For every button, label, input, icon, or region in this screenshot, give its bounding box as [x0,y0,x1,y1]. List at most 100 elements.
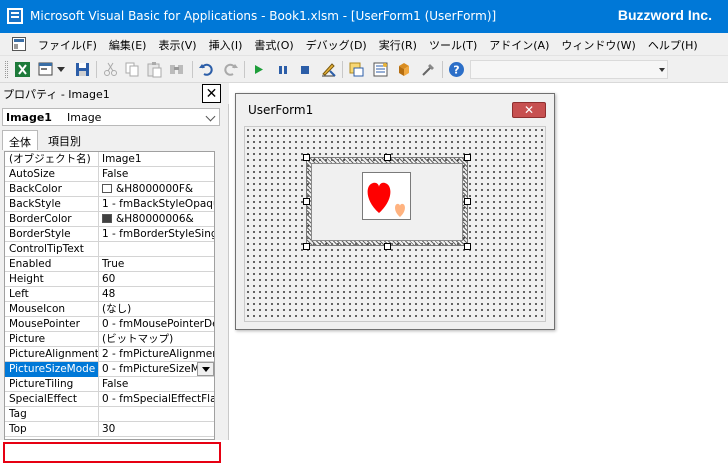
paste-icon[interactable] [146,61,163,78]
property-value-text: 1 - fmBackStyleOpaque [102,198,215,210]
excel-icon[interactable] [14,61,31,78]
menu-item[interactable]: 実行(R) [379,37,417,53]
property-value[interactable]: Image1 [100,152,214,167]
property-row[interactable]: Height 60 [5,272,214,287]
cut-icon[interactable] [102,61,119,78]
property-value[interactable]: False [100,167,214,182]
resize-handle[interactable] [303,198,310,205]
tab-category[interactable]: 項目別 [42,130,87,150]
userform-window[interactable]: UserForm1 ✕ [235,93,555,330]
property-value[interactable] [100,407,214,422]
tab-all[interactable]: 全体 [2,130,38,150]
menu-item[interactable]: 書式(O) [254,37,293,53]
toolbar-separator [442,61,443,78]
menu-item[interactable]: 表示(V) [158,37,196,53]
property-value[interactable]: 1 - fmBackStyleOpaque [100,197,215,212]
location-box[interactable] [470,60,668,79]
property-row[interactable]: (オブジェクト名) Image1 [5,152,214,167]
property-row[interactable]: Top 30 [5,422,214,437]
property-name: ControlTipText [5,242,99,257]
property-value[interactable]: (ビットマップ) [100,332,214,347]
property-value[interactable] [100,242,214,257]
menu-item[interactable]: ウィンドウ(W) [561,37,635,53]
property-value[interactable]: 48 [100,287,214,302]
toolbox-icon[interactable] [420,61,437,78]
property-value-text: 0 - fmSpecialEffectFlat [102,393,215,405]
break-icon[interactable] [274,61,291,78]
chevron-down-icon[interactable] [56,61,66,78]
form-close-button[interactable]: ✕ [512,102,546,118]
form-canvas[interactable] [244,126,546,322]
property-row[interactable]: Enabled True [5,257,214,272]
property-row[interactable]: Picture (ビットマップ) [5,332,214,347]
properties-window-icon[interactable] [372,61,389,78]
property-value[interactable]: &H8000000F& [100,182,214,197]
chevron-down-icon[interactable] [205,111,216,122]
property-name: BorderColor [5,212,99,227]
property-row[interactable]: BackColor &H8000000F& [5,182,214,197]
find-icon[interactable] [168,61,185,78]
resize-handle[interactable] [384,243,391,250]
property-row[interactable]: BackStyle 1 - fmBackStyleOpaque [5,197,215,212]
property-value[interactable]: 2 - fmPictureAlignmentCenter [100,347,214,362]
image-control[interactable] [311,163,463,241]
property-row[interactable]: AutoSize False [5,167,214,182]
menu-item[interactable]: 挿入(I) [209,37,243,53]
copy-icon[interactable] [124,61,141,78]
reset-icon[interactable] [296,61,313,78]
insert-userform-icon[interactable] [38,61,55,78]
resize-handle[interactable] [464,154,471,161]
resize-handle[interactable] [303,154,310,161]
property-value[interactable]: 60 [100,272,214,287]
property-row[interactable]: BorderStyle 1 - fmBorderStyleSingle [5,227,214,242]
property-value[interactable]: True [100,257,214,272]
heart-image [367,182,405,217]
property-value[interactable]: 0 - fmMousePointerDefault [100,317,214,332]
help-icon[interactable]: ? [448,61,465,78]
property-value[interactable]: (なし) [100,302,214,317]
property-value[interactable]: 30 [100,422,214,437]
project-explorer-icon[interactable] [348,61,365,78]
property-value[interactable]: False [100,377,214,392]
resize-handle[interactable] [303,243,310,250]
property-row[interactable]: MouseIcon (なし) [5,302,214,317]
toolbar-options-icon[interactable] [659,68,665,72]
property-row[interactable]: PictureSizeMode0 - fmPictureSizeModeClip [5,362,214,377]
property-row[interactable]: PictureTiling False [5,377,214,392]
dropdown-button[interactable] [197,362,214,376]
property-value-text: 2 - fmPictureAlignmentCenter [102,348,214,360]
property-row[interactable]: PictureAlignment2 - fmPictureAlignmentCe… [5,347,214,362]
standard-toolbar: ? [0,56,728,83]
property-row[interactable]: Left 48 [5,287,214,302]
property-row[interactable]: BorderColor &H80000006& [5,212,214,227]
property-row[interactable]: ControlTipText [5,242,214,257]
property-name: Left [5,287,99,302]
menu-item[interactable]: ファイル(F) [38,37,97,53]
object-selector[interactable]: Image1 Image [2,108,220,126]
undo-icon[interactable] [198,61,215,78]
menu-item[interactable]: デバッグ(D) [306,37,367,53]
design-mode-icon[interactable] [320,61,337,78]
property-value[interactable]: 1 - fmBorderStyleSingle [100,227,214,242]
resize-handle[interactable] [464,198,471,205]
property-value-text: True [102,258,125,270]
menu-item[interactable]: 編集(E) [109,37,147,53]
run-icon[interactable] [250,61,267,78]
redo-icon[interactable] [222,61,239,78]
object-browser-icon[interactable] [396,61,413,78]
property-row[interactable]: SpecialEffect 0 - fmSpecialEffectFlat [5,392,215,407]
property-value[interactable]: &H80000006& [100,212,214,227]
menu-item[interactable]: ヘルプ(H) [648,37,698,53]
toolbar-grip[interactable] [5,61,8,78]
window-menu-icon[interactable] [12,37,26,51]
property-name: BorderStyle [5,227,99,242]
property-row[interactable]: MousePointer0 - fmMousePointerDefault [5,317,214,332]
property-value[interactable]: 0 - fmSpecialEffectFlat [100,392,215,407]
resize-handle[interactable] [464,243,471,250]
menu-item[interactable]: アドイン(A) [489,37,549,53]
close-icon[interactable]: ✕ [202,84,221,103]
resize-handle[interactable] [384,154,391,161]
menu-item[interactable]: ツール(T) [429,37,477,53]
property-row[interactable]: Tag [5,407,214,422]
save-icon[interactable] [74,61,91,78]
